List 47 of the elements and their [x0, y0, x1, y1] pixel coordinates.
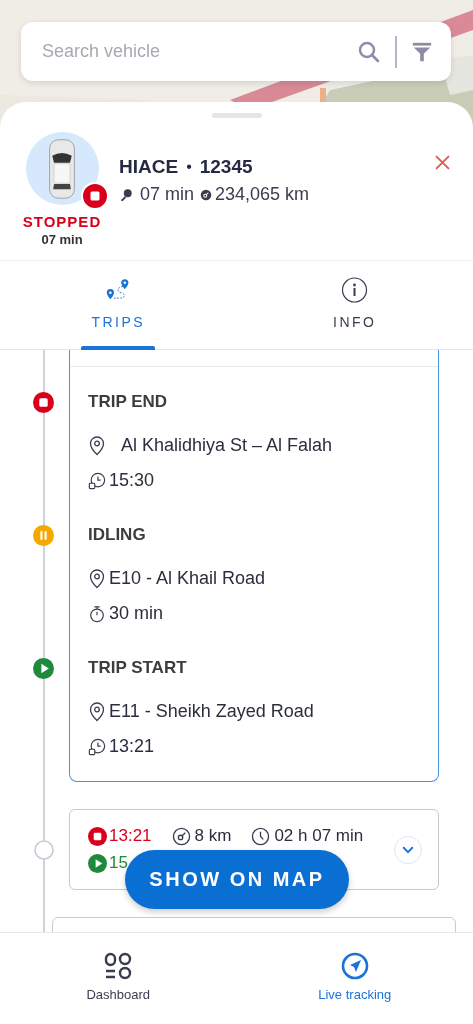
event-title: TRIP END: [88, 392, 169, 412]
gauge-icon: [171, 826, 191, 846]
vehicle-plate: 12345: [199, 156, 253, 178]
event-time: 15:30: [109, 470, 155, 491]
separator-dot: •: [186, 158, 192, 176]
search-icon[interactable]: [357, 39, 381, 64]
tab[interactable]: TRIPS: [0, 261, 237, 349]
odometer-icon: [200, 188, 213, 201]
event-title: TRIP START: [88, 658, 188, 678]
vehicle-status: STOPPED: [22, 213, 102, 230]
trip-distance: 8 km: [194, 826, 232, 846]
event-location: E10 - Al Khail Road: [109, 568, 266, 589]
odometer-reading: 234,065 km: [215, 184, 310, 205]
stop-icon: [80, 182, 109, 210]
event-duration: 30 min: [109, 603, 164, 624]
location-pin-icon: [88, 435, 106, 456]
status-duration: 07 min: [41, 232, 83, 247]
clock-icon: [88, 470, 106, 491]
trip-duration: 02 h 07 min: [274, 826, 364, 846]
chevron-down-icon: [402, 845, 414, 854]
clock-icon: [251, 826, 271, 846]
clock-icon: [88, 736, 106, 757]
event-location: Al Khalidhiya St – Al Falah: [121, 435, 333, 456]
ignition-duration: 07 min: [140, 184, 195, 205]
tab[interactable]: INFO: [236, 261, 473, 349]
event-title: IDLING: [88, 525, 147, 545]
nav-item[interactable]: Live tracking: [236, 933, 473, 1024]
event-time: 13:21: [109, 736, 155, 757]
dashboard-icon: [104, 952, 133, 980]
stop-icon: [88, 826, 107, 846]
nav-item[interactable]: Dashboard: [0, 933, 237, 1024]
trip-end-time: 13:21: [109, 826, 152, 846]
navigation-icon: [340, 952, 369, 980]
drag-handle[interactable]: [211, 113, 262, 118]
info-icon: [341, 277, 369, 303]
search-field[interactable]: Search vehicle: [40, 40, 357, 63]
vehicle-model: HIACE: [119, 156, 179, 178]
expand-button[interactable]: [394, 835, 422, 864]
filter-icon[interactable]: [411, 40, 433, 63]
play-icon: [88, 853, 107, 873]
location-pin-icon: [88, 568, 106, 589]
event-location: E11 - Sheikh Zayed Road: [109, 701, 314, 722]
close-icon[interactable]: [434, 154, 451, 171]
stopwatch-icon: [88, 603, 106, 624]
trip-start-time: 15: [109, 853, 128, 873]
location-pin-icon: [88, 701, 106, 722]
search-bar[interactable]: Search vehicle: [21, 22, 451, 81]
